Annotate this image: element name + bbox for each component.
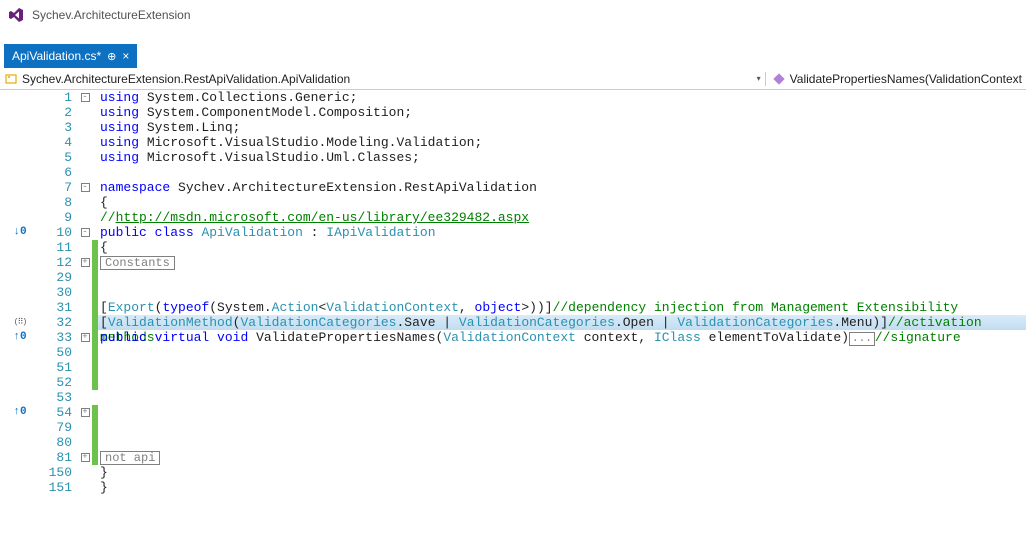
line-number: 31 [40,300,78,315]
code-line[interactable] [98,360,1026,375]
code-line[interactable]: not api [98,450,1026,465]
line-number: 5 [40,150,78,165]
line-number: 8 [40,195,78,210]
code-line[interactable] [98,375,1026,390]
line-number: 12 [40,255,78,270]
code-line[interactable] [98,405,1026,420]
code-line[interactable]: using System.Collections.Generic; [98,90,1026,105]
line-number: 3 [40,120,78,135]
line-number: 2 [40,105,78,120]
code-line[interactable]: using System.Linq; [98,120,1026,135]
line-number: 54 [40,405,78,420]
class-icon [4,72,18,86]
fold-toggle[interactable]: - [78,225,92,240]
breakpoint-glyph[interactable]: (⠿) [14,315,26,330]
tab-active[interactable]: ApiValidation.cs* ⊕ × [4,44,137,68]
vs-logo-icon [8,7,24,23]
close-icon[interactable]: × [122,49,129,63]
code-line[interactable]: public class ApiValidation : IApiValidat… [98,225,1026,240]
line-number: 29 [40,270,78,285]
line-number: 30 [40,285,78,300]
code-line[interactable] [98,435,1026,450]
code-line[interactable] [98,270,1026,285]
line-number: 32 [40,315,78,330]
code-line[interactable]: } [98,480,1026,495]
code-line[interactable]: Constants [98,255,1026,270]
codelens-glyph[interactable]: ↓0 [13,225,26,240]
line-number: 9 [40,210,78,225]
code-line[interactable]: namespace Sychev.ArchitectureExtension.R… [98,180,1026,195]
code-line[interactable]: using Microsoft.VisualStudio.Modeling.Va… [98,135,1026,150]
line-number: 4 [40,135,78,150]
line-number: 1 [40,90,78,105]
line-number: 50 [40,345,78,360]
fold-toggle[interactable]: + [78,255,92,270]
code-line[interactable] [98,345,1026,360]
tab-name: ApiValidation.cs* [12,49,101,63]
nav-member-text: ValidatePropertiesNames(ValidationContex… [790,72,1022,86]
code-line[interactable]: } [98,465,1026,480]
line-number: 52 [40,375,78,390]
fold-toggle[interactable]: + [78,450,92,465]
line-number: 7 [40,180,78,195]
code-line[interactable] [98,390,1026,405]
fold-toggle[interactable]: + [78,330,92,345]
line-number: 53 [40,390,78,405]
nav-member-dropdown[interactable]: ValidatePropertiesNames(ValidationContex… [765,72,1022,86]
code-line[interactable]: public virtual void ValidatePropertiesNa… [98,330,1026,345]
line-number: 80 [40,435,78,450]
app-title: Sychev.ArchitectureExtension [32,8,191,22]
collapsed-region[interactable]: Constants [100,256,175,270]
line-number: 51 [40,360,78,375]
line-number: 10 [40,225,78,240]
method-icon [772,72,786,86]
nav-class-dropdown[interactable]: Sychev.ArchitectureExtension.RestApiVali… [4,72,350,86]
line-number: 150 [40,465,78,480]
line-number: 81 [40,450,78,465]
code-line-selected[interactable]: [ValidationMethod(ValidationCategories.S… [98,315,1026,330]
code-editor[interactable]: 1-using System.Collections.Generic; 2usi… [0,90,1026,553]
collapsed-body[interactable]: ... [849,332,875,346]
line-number: 11 [40,240,78,255]
fold-toggle[interactable]: - [78,90,92,105]
code-line[interactable]: using Microsoft.VisualStudio.Uml.Classes… [98,150,1026,165]
nav-class-text: Sychev.ArchitectureExtension.RestApiVali… [22,72,350,86]
menubar [0,30,1026,44]
chevron-down-icon[interactable]: ▾ [757,74,761,83]
code-line[interactable]: { [98,240,1026,255]
code-line[interactable]: { [98,195,1026,210]
line-number: 151 [40,480,78,495]
code-line[interactable]: //http://msdn.microsoft.com/en-us/librar… [98,210,1026,225]
codelens-glyph[interactable]: ↑0 [13,330,26,345]
code-line[interactable]: [Export(typeof(System.Action<ValidationC… [98,300,1026,315]
collapsed-region[interactable]: not api [100,451,160,465]
fold-toggle[interactable]: + [78,405,92,420]
titlebar: Sychev.ArchitectureExtension [0,0,1026,30]
code-line[interactable] [98,420,1026,435]
tabbar: ApiValidation.cs* ⊕ × [0,44,1026,68]
codelens-glyph[interactable]: ↑0 [13,405,26,420]
code-line[interactable]: using System.ComponentModel.Composition; [98,105,1026,120]
url-link[interactable]: http://msdn.microsoft.com/en-us/library/… [116,210,529,225]
line-number: 33 [40,330,78,345]
code-line[interactable] [98,285,1026,300]
pin-icon[interactable]: ⊕ [107,50,116,63]
navbar: Sychev.ArchitectureExtension.RestApiVali… [0,68,1026,90]
code-line[interactable] [98,165,1026,180]
line-number: 79 [40,420,78,435]
fold-toggle[interactable]: - [78,180,92,195]
line-number: 6 [40,165,78,180]
